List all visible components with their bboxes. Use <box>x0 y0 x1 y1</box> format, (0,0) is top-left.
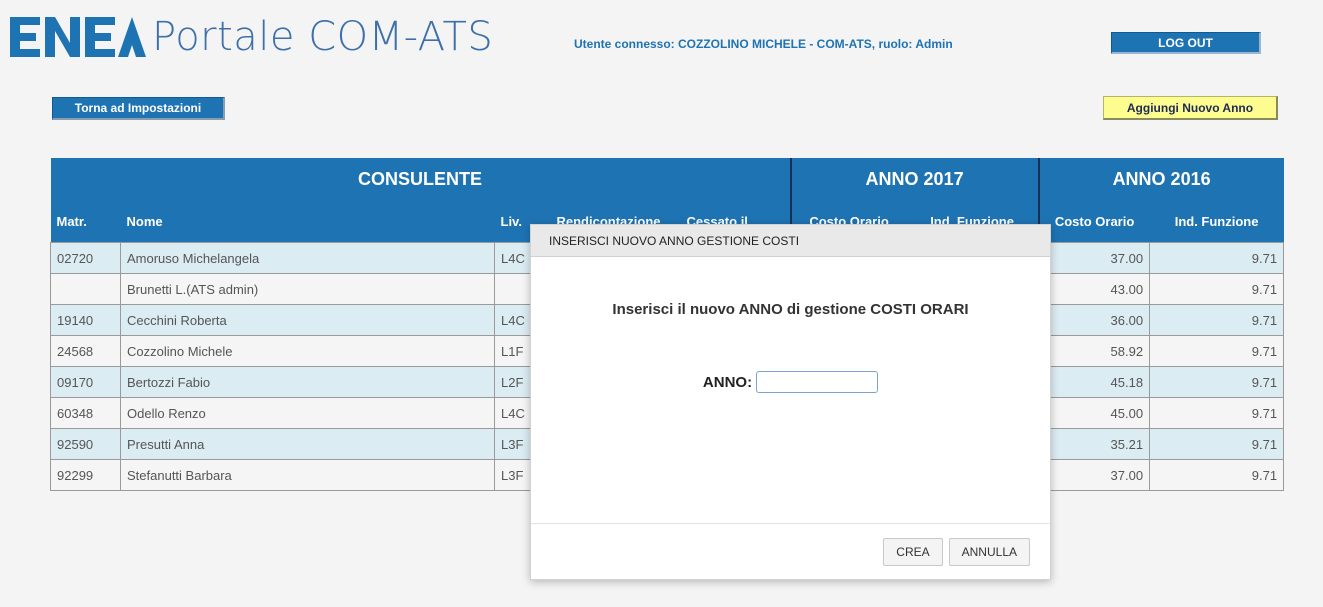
cell-ind-2016: 9.71 <box>1149 397 1285 429</box>
cell-nome: Brunetti L.(ATS admin) <box>120 273 495 305</box>
create-button[interactable]: CREA <box>883 537 943 566</box>
app-title: Portale COM-ATS <box>152 14 494 60</box>
enea-logo-mark <box>10 17 146 57</box>
new-year-dialog: INSERISCI NUOVO ANNO GESTIONE COSTI Inse… <box>530 224 1051 580</box>
cell-ind-2016: 9.71 <box>1149 242 1285 274</box>
cell-nome: Cozzolino Michele <box>120 335 495 367</box>
col-header-nome[interactable]: Nome <box>120 201 495 243</box>
cell-nome: Cecchini Roberta <box>120 304 495 336</box>
group-header-consulente: CONSULENTE <box>50 158 791 201</box>
cell-costo-2016: 37.00 <box>1038 459 1151 491</box>
dialog-message: Inserisci il nuovo ANNO di gestione COST… <box>612 301 969 318</box>
cell-ind-2016: 9.71 <box>1149 459 1285 491</box>
cell-matr: 09170 <box>50 366 121 398</box>
col-header-ind-2016[interactable]: Ind. Funzione <box>1149 201 1284 243</box>
cell-costo-2016: 35.21 <box>1038 428 1151 460</box>
cell-costo-2016: 58.92 <box>1038 335 1151 367</box>
cell-nome: Presutti Anna <box>120 428 495 460</box>
cell-matr: 60348 <box>50 397 121 429</box>
cell-costo-2016: 43.00 <box>1038 273 1151 305</box>
col-header-costo-2016[interactable]: Costo Orario <box>1037 201 1150 243</box>
cell-matr <box>50 273 121 305</box>
cell-matr: 02720 <box>50 242 121 274</box>
dialog-title: INSERISCI NUOVO ANNO GESTIONE COSTI <box>531 225 1050 257</box>
cell-matr: 24568 <box>50 335 121 367</box>
cell-ind-2016: 9.71 <box>1149 366 1285 398</box>
cell-matr: 92299 <box>50 459 121 491</box>
cell-costo-2016: 45.18 <box>1038 366 1151 398</box>
cell-ind-2016: 9.71 <box>1149 335 1285 367</box>
year-field-row: ANNO: <box>531 371 1050 393</box>
group-header-anno-2016: ANNO 2016 <box>1037 158 1284 201</box>
enea-logo: Portale COM-ATS <box>10 12 493 62</box>
cell-ind-2016: 9.71 <box>1149 428 1285 460</box>
cell-matr: 19140 <box>50 304 121 336</box>
year-input[interactable] <box>756 371 879 393</box>
cell-nome: Amoruso Michelangela <box>120 242 495 274</box>
user-info: Utente connesso: COZZOLINO MICHELE - COM… <box>574 37 953 51</box>
back-to-settings-button[interactable]: Torna ad Impostazioni <box>52 97 225 120</box>
cell-matr: 92590 <box>50 428 121 460</box>
cell-ind-2016: 9.71 <box>1149 304 1285 336</box>
col-header-matr[interactable]: Matr. <box>50 201 121 243</box>
year-field-label: ANNO: <box>702 373 753 391</box>
cell-costo-2016: 45.00 <box>1038 397 1151 429</box>
cell-costo-2016: 37.00 <box>1038 242 1151 274</box>
cell-nome: Stefanutti Barbara <box>120 459 495 491</box>
cell-nome: Odello Renzo <box>120 397 495 429</box>
cell-ind-2016: 9.71 <box>1149 273 1285 305</box>
cell-nome: Bertozzi Fabio <box>120 366 495 398</box>
add-new-year-button[interactable]: Aggiungi Nuovo Anno <box>1103 96 1278 120</box>
logout-button[interactable]: LOG OUT <box>1111 32 1261 54</box>
dialog-footer: CREA ANNULLA <box>531 523 1050 579</box>
group-header-anno-2017: ANNO 2017 <box>789 158 1039 201</box>
cell-costo-2016: 36.00 <box>1038 304 1151 336</box>
cancel-button[interactable]: ANNULLA <box>948 537 1030 566</box>
